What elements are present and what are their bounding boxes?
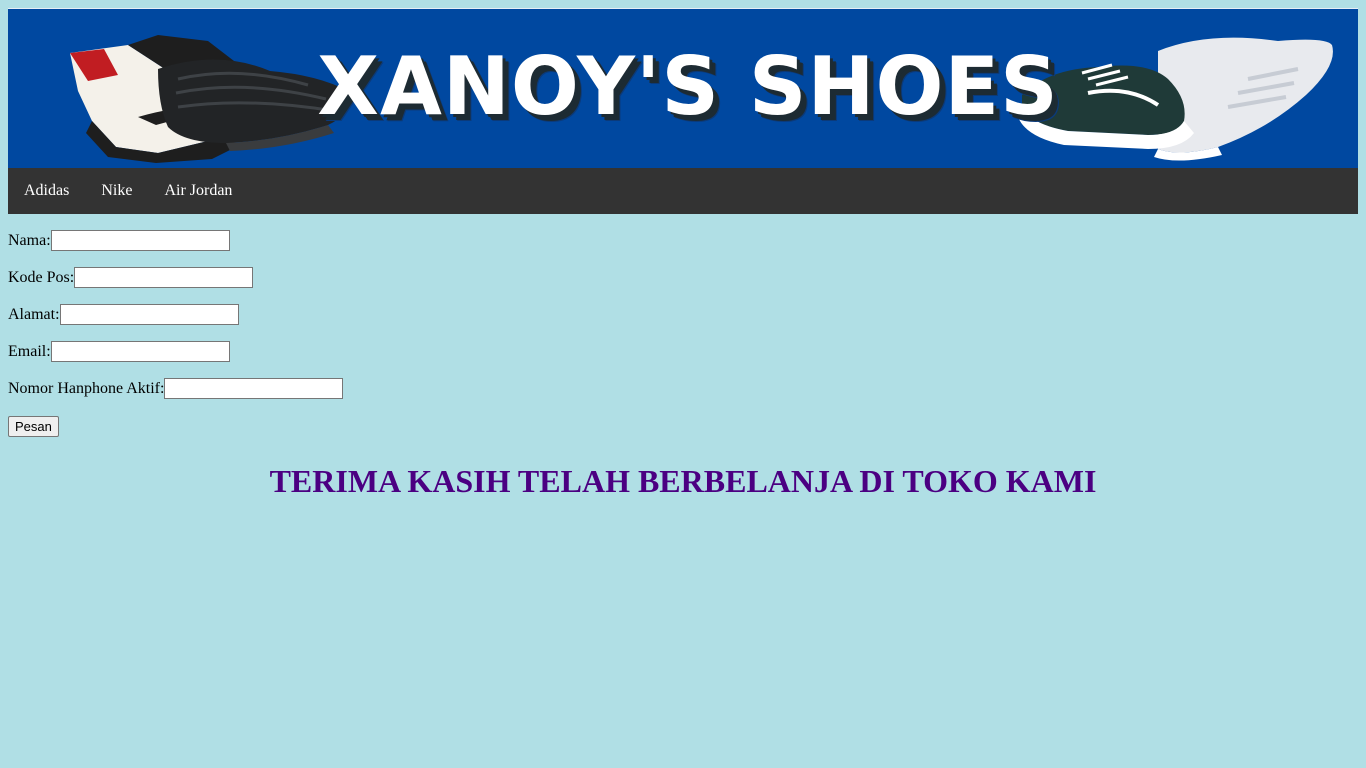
main-nav: Adidas Nike Air Jordan: [8, 168, 1358, 214]
kode-pos-input[interactable]: [74, 267, 254, 288]
phone-label: Nomor Hanphone Aktif:: [8, 379, 165, 397]
pesan-button[interactable]: Pesan: [8, 415, 59, 437]
banner: XANOY'S SHOES: [8, 8, 1358, 168]
nav-item-air-jordan[interactable]: Air Jordan: [148, 168, 248, 214]
banner-title: XANOY'S SHOES: [317, 39, 1059, 133]
alamat-label: Alamat:: [8, 305, 60, 323]
order-form: Nama: Kode Pos: Alamat: Email: Nomor Han…: [8, 222, 1358, 445]
form-row-email: Email:: [8, 333, 1358, 370]
form-row-nama: Nama:: [8, 222, 1358, 259]
email-input[interactable]: [50, 341, 230, 362]
email-label: Email:: [8, 342, 51, 360]
alamat-input[interactable]: [59, 304, 239, 325]
nama-input[interactable]: [50, 230, 230, 251]
thanks-heading: TERIMA KASIH TELAH BERBELANJA DI TOKO KA…: [269, 463, 1097, 499]
form-row-phone: Nomor Hanphone Aktif:: [8, 370, 1358, 407]
kode-pos-label: Kode Pos:: [8, 268, 75, 286]
nama-label: Nama:: [8, 231, 51, 249]
nav-item-adidas[interactable]: Adidas: [8, 168, 85, 214]
form-row-kode-pos: Kode Pos:: [8, 259, 1358, 296]
nav-item-nike[interactable]: Nike: [85, 168, 148, 214]
form-row-alamat: Alamat:: [8, 296, 1358, 333]
page: XANOY'S SHOES Adidas Nike Air Jordan Nam…: [8, 8, 1358, 500]
form-actions: Pesan: [8, 407, 1358, 445]
phone-input[interactable]: [164, 378, 344, 399]
